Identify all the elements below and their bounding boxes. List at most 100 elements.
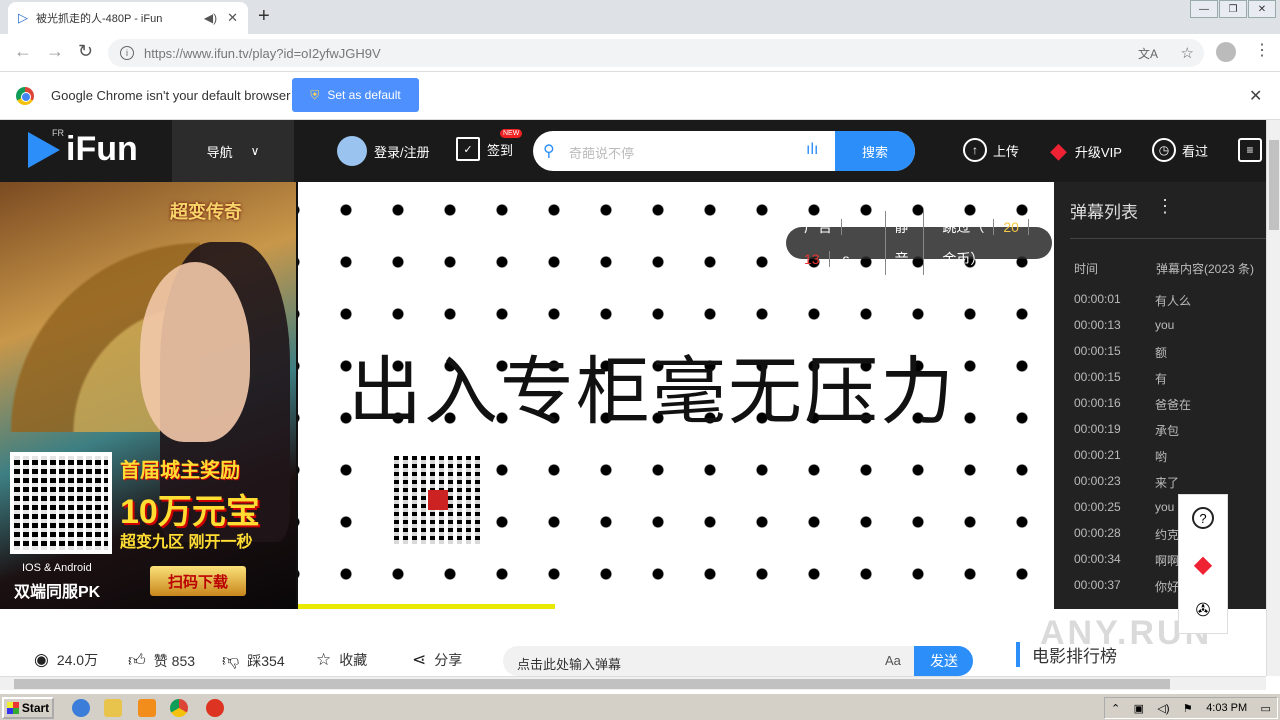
ie-icon[interactable] [72, 699, 90, 717]
mute-button[interactable]: 静音 [886, 211, 925, 275]
browser-tab[interactable]: ▷ 被光抓走的人-480P - iFun ◀) ✕ [8, 2, 248, 34]
calendar-check-icon: ✓ [456, 137, 480, 161]
history-link[interactable]: ◷ 看过 [1152, 138, 1208, 162]
new-badge: NEW [500, 129, 523, 138]
danmu-time: 00:00:01 [1074, 292, 1121, 306]
scroll-thumb[interactable] [1269, 140, 1279, 230]
like-button[interactable]: 👍︎ 赞 853 [128, 650, 195, 671]
danmu-message: you [1155, 500, 1175, 514]
vip-gem-icon: ◆ [1193, 550, 1213, 578]
desktop-icon[interactable]: ▭ [1261, 702, 1271, 715]
chrome-taskbar-icon[interactable] [170, 699, 188, 717]
start-button[interactable]: Start [2, 697, 54, 719]
danmu-time: 00:00:25 [1074, 500, 1121, 514]
bookmark-star-icon[interactable]: ☆ [1181, 44, 1194, 62]
nav-dropdown[interactable]: 导航 ∨ [172, 120, 294, 182]
logo-superscript: FR [52, 128, 64, 138]
danmu-message: 你好 [1155, 580, 1180, 594]
search-input[interactable]: 奇葩说不停 [569, 143, 634, 162]
security-app-icon[interactable] [206, 699, 224, 717]
ad-game-title: 超变传奇 [170, 202, 242, 222]
search-button[interactable]: 搜索 [835, 131, 915, 171]
video-player[interactable]: 出入专柜毫无压力 广告 13 s 静音 跳过（ 20 金币） [296, 182, 1052, 609]
messages-link[interactable]: ≡ [1238, 138, 1268, 162]
new-tab-button[interactable]: + [258, 5, 270, 28]
video-progress-bar[interactable] [298, 604, 556, 609]
ad-qr-code [10, 452, 112, 554]
default-browser-infobar: Google Chrome isn't your default browser… [0, 72, 1280, 120]
forward-arrow-icon[interactable]: → [46, 41, 64, 62]
volume-icon[interactable]: ◁) [1157, 702, 1169, 715]
ad-timer: 广告 13 s [786, 211, 886, 275]
danmu-time: 00:00:23 [1074, 474, 1121, 488]
clock-icon: ◷ [1152, 138, 1176, 162]
share-icon: ⋖ [412, 650, 427, 669]
infobar-close-icon[interactable]: ✕ [1249, 86, 1262, 106]
start-label: Start [21, 701, 50, 715]
vertical-scrollbar[interactable] [1266, 120, 1280, 676]
nav-label: 导航 [206, 144, 233, 160]
send-danmu-button[interactable]: 发送 [914, 646, 973, 676]
address-bar[interactable]: i https://www.ifun.tv/play?id=oI2yfwJGH9… [108, 39, 1204, 67]
help-button[interactable]: ? [1179, 495, 1227, 541]
close-window-button[interactable]: ✕ [1248, 0, 1276, 18]
flag-icon[interactable]: ⚑ [1183, 702, 1193, 715]
dislike-button[interactable]: 👎︎ 踩354 [222, 650, 285, 671]
danmu-message: 啊啊 [1155, 554, 1180, 568]
back-arrow-icon[interactable]: ← [14, 41, 32, 62]
translate-icon[interactable]: 文A [1138, 45, 1158, 62]
hot-search-icon[interactable]: ılı [806, 141, 818, 159]
tab-audio-icon[interactable]: ◀) [204, 11, 217, 25]
more-options-icon[interactable]: ⋮ [1156, 196, 1174, 217]
tab-strip: ▷ 被光抓走的人-480P - iFun ◀) ✕ + — ❐ ✕ [0, 0, 1280, 34]
ad-seconds: 13 [795, 251, 830, 267]
likes-label: 赞 853 [153, 652, 196, 669]
video-caption: 出入专柜毫无压力 [348, 349, 956, 435]
danmu-row: 00:00:15 额 [1074, 344, 1264, 370]
media-player-icon[interactable] [138, 699, 156, 717]
feedback-button[interactable]: ✇ [1179, 587, 1227, 633]
ad-countdown-bar: 广告 13 s 静音 跳过（ 20 金币） [786, 211, 1052, 275]
minimize-button[interactable]: — [1190, 0, 1218, 18]
tab-close-icon[interactable]: ✕ [227, 10, 238, 26]
danmu-row: 00:00:16 爸爸在 [1074, 396, 1264, 422]
folder-icon[interactable] [104, 699, 122, 717]
set-default-label: Set as default [327, 88, 401, 102]
profile-avatar[interactable] [1216, 42, 1236, 62]
maximize-button[interactable]: ❐ [1219, 0, 1247, 18]
thumbs-down-icon: 👎︎ [222, 651, 240, 670]
upload-link[interactable]: ↑ 上传 [963, 138, 1019, 162]
window-controls: — ❐ ✕ [1189, 0, 1276, 18]
login-link[interactable]: 登录/注册 [337, 136, 430, 166]
danmu-time: 00:00:16 [1074, 396, 1121, 410]
checkin-link[interactable]: ✓ 签到 [456, 137, 513, 161]
skip-ad-button[interactable]: 跳过（ 20 金币） [924, 211, 1052, 275]
ad-download-button[interactable]: 扫码下载 [150, 566, 246, 596]
system-tray: ⌃ ▣ ◁) ⚑ 4:03 PM ▭ [1104, 697, 1278, 719]
set-default-button[interactable]: ⛨ Set as default [292, 78, 419, 112]
danmu-message: 承包 [1155, 424, 1180, 438]
chrome-menu-icon[interactable]: ⋮ [1254, 40, 1270, 60]
scroll-thumb[interactable] [14, 679, 1170, 689]
vip-side-button[interactable]: ◆ [1179, 541, 1227, 587]
ad-unit: s [842, 251, 850, 267]
qr-center-logo [428, 490, 448, 510]
danmu-input[interactable]: 点击此处输入弹幕 [517, 654, 621, 673]
views-count: ◉ 24.0万 [34, 650, 98, 670]
left-game-ad[interactable]: 超变传奇 首届城主奖励 10万元宝 超变九区 刚开一秒 IOS & Androi… [0, 182, 296, 609]
horizontal-scrollbar[interactable] [0, 676, 1266, 690]
danmu-time: 00:00:21 [1074, 448, 1121, 462]
font-style-button[interactable]: Aa [885, 653, 901, 668]
vip-link[interactable]: ◆ 升级VIP [1050, 138, 1122, 164]
danmu-row: 00:00:13 you [1074, 318, 1264, 344]
tray-arrow-icon[interactable]: ⌃ [1111, 702, 1120, 715]
network-icon[interactable]: ▣ [1134, 702, 1144, 715]
favorite-button[interactable]: ☆ 收藏 [316, 650, 367, 670]
windows-flag-icon [6, 702, 19, 714]
share-button[interactable]: ⋖ 分享 [412, 650, 462, 670]
checkin-label: 签到 [487, 142, 514, 158]
skip-coins: 20 [994, 219, 1029, 235]
reload-icon[interactable]: ↻ [78, 41, 93, 62]
site-info-icon[interactable]: i [120, 46, 134, 60]
site-logo[interactable]: FR iFun [28, 128, 138, 169]
